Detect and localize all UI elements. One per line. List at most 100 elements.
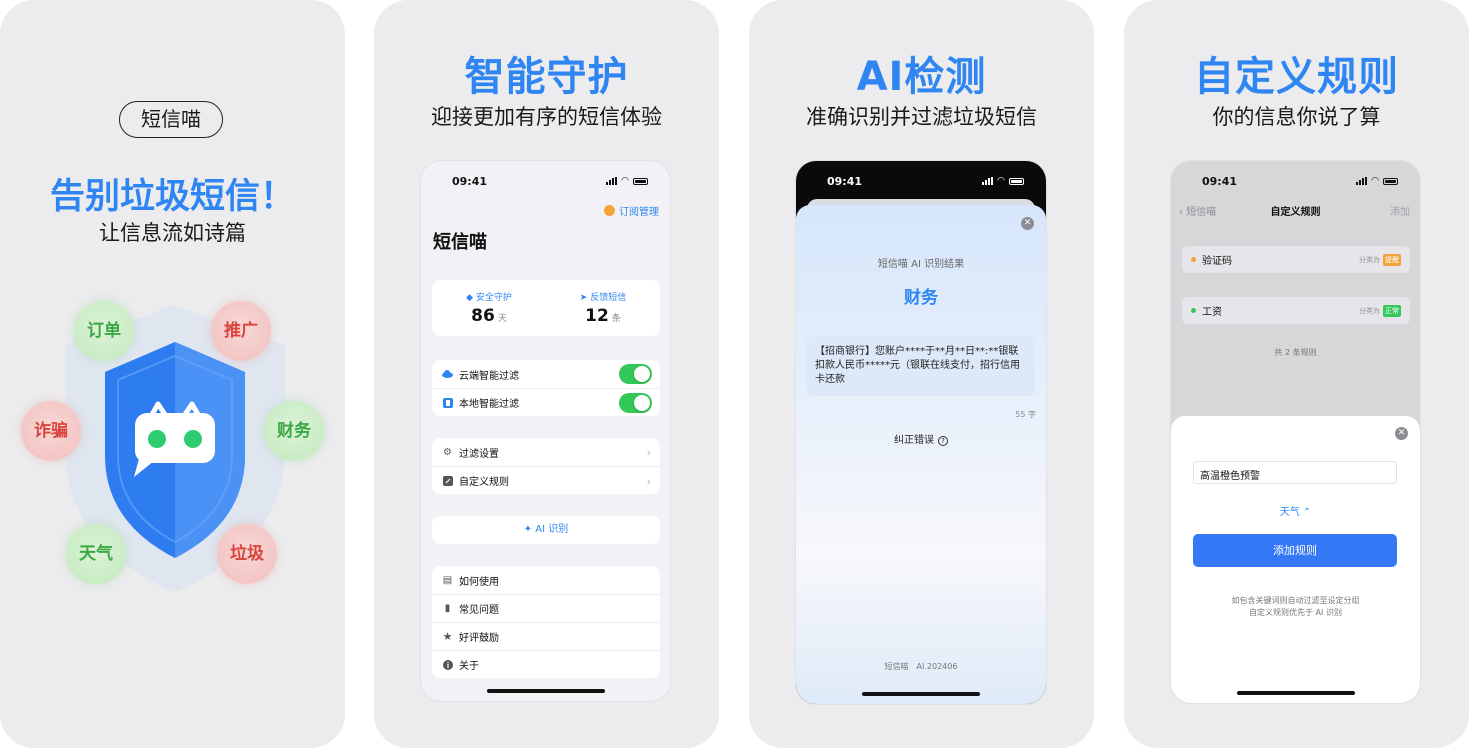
menu-label: 常见问题 [459,605,499,616]
panel-subtitle: 准确识别并过滤垃圾短信 [806,105,1037,129]
add-rule-sheet: ✕ 高温橙色预警 天气 ⌃ 添加规则 如包含关键词则自动过滤至设定分组 自定义规… [1171,416,1420,703]
wifi-icon: ◠ [1371,176,1379,186]
promo-panel-4: 自定义规则 你的信息你说了算 09:41 ◠ ‹ 短信喵 自定义规则 添加 验证… [1124,0,1469,748]
chevron-right-icon: › [646,475,651,488]
subline: 让信息流如诗篇 [99,221,246,245]
bubble-order: 订单 [74,301,134,361]
phone-icon [442,397,453,408]
promo-panel-2: 智能守护 迎接更加有序的短信体验 09:41 ◠ 订阅管理 短信喵 ◆ 安全守护… [374,0,719,748]
badge-icon [604,205,615,216]
gear-icon: ⚙ [443,446,452,458]
hint-line: 如包含关键词则自动过滤至设定分组 [1231,596,1360,605]
rule-tag: 提醒 [1383,253,1401,266]
menu-item-about[interactable]: 关于 [432,650,660,678]
menu-label: 过滤设置 [459,448,499,460]
info-icon [442,659,453,670]
rule-item[interactable]: 验证码 分类为 提醒 [1182,246,1410,273]
rule-keyword: 验证码 [1202,256,1232,267]
status-time: 09:41 [827,175,863,188]
edit-icon [442,475,453,486]
signal-icon [982,177,994,185]
headline: 告别垃圾短信！ [49,177,295,217]
signal-icon [1356,177,1368,185]
cloud-filter-toggle[interactable] [619,364,652,384]
close-icon[interactable]: ✕ [1395,427,1408,440]
wifi-icon: ◠ [997,176,1005,186]
add-nav-button[interactable]: 添加 [1390,203,1410,218]
rule-classify: 分类为 [1359,306,1380,315]
rules-total: 共 2 条规则 [1274,348,1317,357]
promo-panel-3: AI检测 准确识别并过滤垃圾短信 09:41 ◠ ✕ 短信喵 AI 识别结果 财… [749,0,1094,748]
add-rule-button[interactable]: 添加规则 [1193,534,1397,567]
menu-item-custom-rules[interactable]: 自定义规则 › [432,466,660,494]
ai-result-sheet: ✕ 短信喵 AI 识别结果 财务 【招商银行】您账户****于**月**日**:… [796,205,1046,704]
battery-icon [633,177,648,185]
correct-error-button[interactable]: 纠正错误? [796,431,1046,446]
rule-keyword: 工资 [1202,307,1222,318]
message-card: 【招商银行】您账户****于**月**日**:**银联扣款人民币*****元（银… [806,336,1035,396]
rule-item[interactable]: 工资 分类为 正常 [1182,297,1410,324]
rule-dot-icon [1191,257,1196,262]
bubble-weather: 天气 [66,524,126,584]
book-icon: ▤ [442,574,453,586]
close-icon[interactable]: ✕ [1021,217,1034,230]
panel-subtitle: 迎接更加有序的短信体验 [431,105,662,129]
status-bar: 09:41 ◠ [1171,171,1420,191]
nav-bar: ‹ 短信喵 自定义规则 添加 [1171,203,1420,219]
signal-icon [606,177,618,185]
toggle-row-cloud: 云端智能过滤 [432,360,660,388]
stat-unit: 天 [497,314,507,324]
ai-button-label: AI 识别 [535,524,569,535]
menu-item-how-to-use[interactable]: ▤ 如何使用 [432,566,660,594]
menu-item-rate[interactable]: ★ 好评鼓励 [432,622,660,650]
sheet-footer: 短信喵 AI.202406 [884,662,958,671]
result-title: 短信喵 AI 识别结果 [877,259,965,270]
panel-title: 自定义规则 [1194,54,1399,100]
help-card: ▤ 如何使用 ▮ 常见问题 ★ 好评鼓励 关于 [432,566,660,678]
stats-card: ◆ 安全守护 86 天 ➤ 反馈短信 12 条 [432,280,660,336]
keyword-input[interactable]: 高温橙色预警 [1193,461,1397,484]
subscription-label: 订阅管理 [619,207,659,218]
chevron-right-icon: › [646,446,651,459]
rule-dot-icon [1191,308,1196,313]
phone-screen-custom-rules: 09:41 ◠ ‹ 短信喵 自定义规则 添加 验证码 分类为 提醒 工资 分类为… [1171,161,1420,703]
status-bar: 09:41 ◠ [796,171,1046,191]
bubble-fraud: 诈骗 [21,401,81,461]
stat-value: 86 [471,306,495,326]
shield-check-icon: ◆ [466,293,474,303]
status-time: 09:41 [452,175,488,188]
bubble-promo: 推广 [211,301,271,361]
result-category: 财务 [904,288,938,308]
stat-feedback: ➤ 反馈短信 12 条 [546,280,660,336]
hint-text: 如包含关键词则自动过滤至设定分组 自定义规则优先于 AI 识别 [1171,595,1420,619]
rule-classify: 分类为 [1359,255,1380,264]
char-count: 55 字 [1015,410,1036,419]
phone-screen-ai-result: 09:41 ◠ ✕ 短信喵 AI 识别结果 财务 【招商银行】您账户****于*… [796,161,1046,704]
toggle-label: 云端智能过滤 [459,370,519,382]
panel-title: AI检测 [856,54,987,100]
stat-guard-days: ◆ 安全守护 86 天 [432,280,546,336]
battery-icon [1009,177,1024,185]
local-filter-toggle[interactable] [619,393,652,413]
brand-pill: 短信喵 [119,101,223,138]
subscription-link[interactable]: 订阅管理 [604,203,659,218]
menu-label: 如何使用 [459,576,499,588]
home-indicator [862,692,980,696]
panel-subtitle: 你的信息你说了算 [1212,105,1381,129]
settings-card: ⚙ 过滤设置 › 自定义规则 › [432,438,660,494]
menu-item-filter-settings[interactable]: ⚙ 过滤设置 › [432,438,660,466]
wifi-icon: ◠ [621,176,629,186]
menu-label: 关于 [459,661,479,672]
battery-icon [1383,177,1398,185]
stat-label: 安全守护 [475,293,512,303]
question-icon: ? [938,436,948,446]
ai-identify-button[interactable]: ✦ AI 识别 [432,516,660,544]
home-indicator [486,689,605,693]
toggle-row-local: 本地智能过滤 [432,388,660,416]
category-selector[interactable]: 天气 ⌃ [1171,503,1420,518]
phone-screen-home: 09:41 ◠ 订阅管理 短信喵 ◆ 安全守护 86天 ➤ 反馈短信 12条 [421,161,670,701]
bubble-finance: 财务 [264,401,324,461]
menu-item-faq[interactable]: ▮ 常见问题 [432,594,660,622]
app-title: 短信喵 [433,232,487,253]
chat-icon: ▮ [444,603,451,614]
